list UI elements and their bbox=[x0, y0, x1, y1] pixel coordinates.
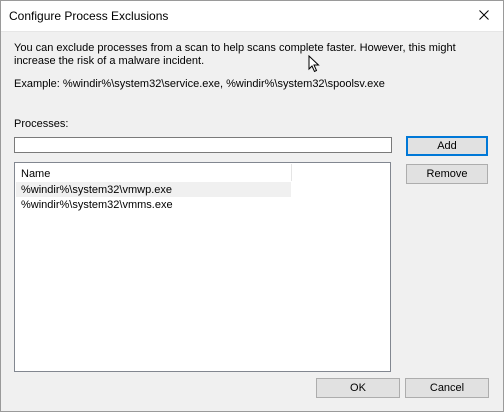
configure-process-exclusions-dialog: Configure Process Exclusions You can exc… bbox=[0, 0, 504, 412]
title-bar: Configure Process Exclusions bbox=[1, 1, 503, 32]
example-text: Example: %windir%\system32\service.exe, … bbox=[14, 78, 385, 90]
processes-label: Processes: bbox=[14, 118, 69, 130]
list-item-label: %windir%\system32\vmms.exe bbox=[21, 199, 173, 211]
list-item[interactable]: %windir%\system32\vmms.exe bbox=[16, 197, 291, 212]
processes-input[interactable] bbox=[14, 137, 392, 153]
add-button[interactable]: Add bbox=[406, 136, 488, 156]
process-exclusions-list[interactable]: Name %windir%\system32\vmwp.exe %windir%… bbox=[14, 162, 391, 372]
list-header-label: Name bbox=[21, 168, 51, 180]
close-icon bbox=[479, 10, 489, 20]
close-button[interactable] bbox=[471, 4, 497, 26]
list-item[interactable]: %windir%\system32\vmwp.exe bbox=[16, 182, 291, 197]
remove-button[interactable]: Remove bbox=[406, 164, 488, 184]
ok-button[interactable]: OK bbox=[316, 378, 400, 398]
window-title: Configure Process Exclusions bbox=[9, 9, 169, 23]
description-text: You can exclude processes from a scan to… bbox=[14, 42, 456, 67]
mouse-pointer-icon bbox=[308, 54, 320, 76]
list-column-header-name[interactable]: Name bbox=[16, 164, 292, 181]
list-item-label: %windir%\system32\vmwp.exe bbox=[21, 184, 172, 196]
cancel-button[interactable]: Cancel bbox=[405, 378, 489, 398]
